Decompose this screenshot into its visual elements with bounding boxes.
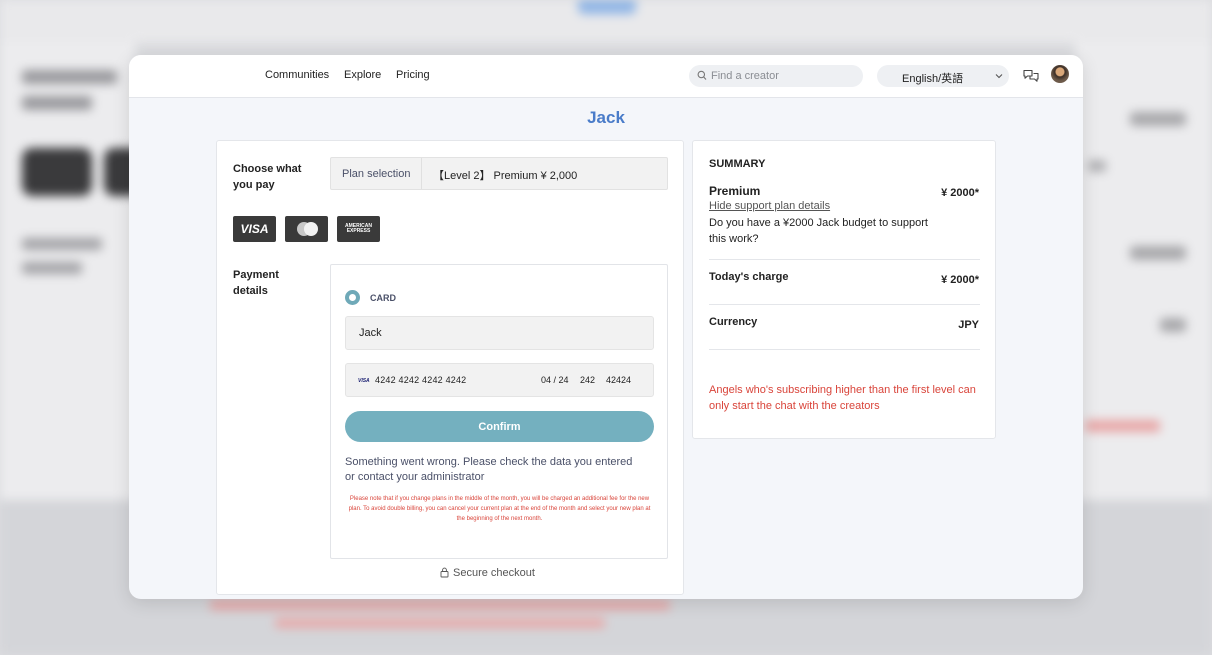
background-text xyxy=(22,262,82,274)
mastercard-logo xyxy=(285,216,328,242)
mastercard-circle xyxy=(304,222,318,236)
background-text xyxy=(210,600,670,610)
language-select[interactable]: English/英語 xyxy=(877,65,1009,87)
visa-logo: VISA xyxy=(233,216,276,242)
search-box[interactable] xyxy=(689,65,863,87)
card-zip-value[interactable]: 42424 xyxy=(606,375,631,385)
error-message: Something went wrong. Please check the d… xyxy=(345,456,633,483)
background-block xyxy=(22,148,92,196)
hide-plan-details-link[interactable]: Hide support plan details xyxy=(709,200,830,212)
summary-divider xyxy=(709,304,980,305)
user-avatar[interactable] xyxy=(1051,65,1069,83)
payment-form-card: Choose what you pay Plan selection 【Leve… xyxy=(216,140,684,595)
plan-selection-label: Plan selection xyxy=(342,168,411,180)
card-expiry-value[interactable]: 04 / 24 xyxy=(541,375,569,385)
summary-card: SUMMARY Premium ¥ 2000* Hide support pla… xyxy=(692,140,996,439)
angels-chat-note: Angels who's subscribing higher than the… xyxy=(709,384,976,412)
todays-charge-label: Today's charge xyxy=(709,271,789,283)
chat-icon[interactable] xyxy=(1022,67,1040,85)
card-details-input[interactable]: VISA 4242 4242 4242 4242 04 / 24 242 424… xyxy=(345,363,654,397)
background-text xyxy=(1130,112,1186,126)
card-radio[interactable] xyxy=(345,290,360,305)
language-selected-value: English/英語 xyxy=(902,73,964,85)
background-text xyxy=(22,96,92,110)
background-text xyxy=(1160,318,1186,332)
confirm-button[interactable]: Confirm xyxy=(345,411,654,442)
choose-what-you-pay-label: Choose what you pay xyxy=(233,163,302,191)
background-text xyxy=(1085,420,1160,432)
page-title: Jack xyxy=(587,108,625,127)
visa-card-icon: VISA xyxy=(358,378,370,384)
background-text xyxy=(22,70,117,84)
budget-question: Do you have a ¥2000 Jack budget to suppo… xyxy=(709,217,928,245)
background-text xyxy=(1088,160,1106,172)
nav-pricing-link[interactable]: Pricing xyxy=(396,69,430,81)
card-method-label: CARD xyxy=(370,293,396,303)
amex-logo: AMERICAN EXPRESS xyxy=(337,216,380,242)
selected-plan-value: 【Level 2】 Premium ¥ 2,000 xyxy=(433,170,578,182)
checkout-window: Communities Explore Pricing English/英語 J… xyxy=(129,55,1083,599)
summary-divider xyxy=(709,349,980,350)
summary-title: SUMMARY xyxy=(709,158,766,170)
currency-value: JPY xyxy=(958,319,979,331)
card-cvc-value[interactable]: 242 xyxy=(580,375,595,385)
background-right-panel xyxy=(1075,42,1212,502)
plan-change-notice: Please note that if you change plans in … xyxy=(348,496,651,522)
todays-charge-value: ¥ 2000* xyxy=(941,274,979,286)
payment-details-box: CARD VISA 4242 4242 4242 4242 04 / 24 24… xyxy=(330,264,668,559)
search-input[interactable] xyxy=(711,65,859,87)
background-text xyxy=(275,618,605,628)
chevron-down-icon xyxy=(995,74,1003,79)
visa-logo-text: VISA xyxy=(240,222,269,236)
payment-details-label: Payment details xyxy=(233,269,279,297)
lock-icon xyxy=(440,567,449,578)
radio-selected-dot xyxy=(349,294,356,301)
nav-communities-link[interactable]: Communities xyxy=(265,69,329,81)
amex-logo-text: AMERICAN EXPRESS xyxy=(345,223,372,234)
plan-selection-dropdown[interactable]: Plan selection 【Level 2】 Premium ¥ 2,000 xyxy=(330,157,668,190)
currency-label: Currency xyxy=(709,316,758,328)
plan-divider xyxy=(421,158,422,189)
search-icon xyxy=(697,70,707,80)
summary-plan-name: Premium xyxy=(709,184,761,198)
cardholder-name-input[interactable] xyxy=(345,316,654,350)
top-navigation-bar: Communities Explore Pricing English/英語 xyxy=(129,55,1083,98)
summary-divider xyxy=(709,259,980,260)
nav-explore-link[interactable]: Explore xyxy=(344,69,381,81)
background-text xyxy=(1130,246,1186,260)
background-button xyxy=(578,0,636,14)
background-text xyxy=(22,238,102,250)
summary-plan-price: ¥ 2000* xyxy=(941,187,979,199)
card-number-value[interactable]: 4242 4242 4242 4242 xyxy=(375,375,466,385)
secure-checkout-label: Secure checkout xyxy=(453,567,535,579)
